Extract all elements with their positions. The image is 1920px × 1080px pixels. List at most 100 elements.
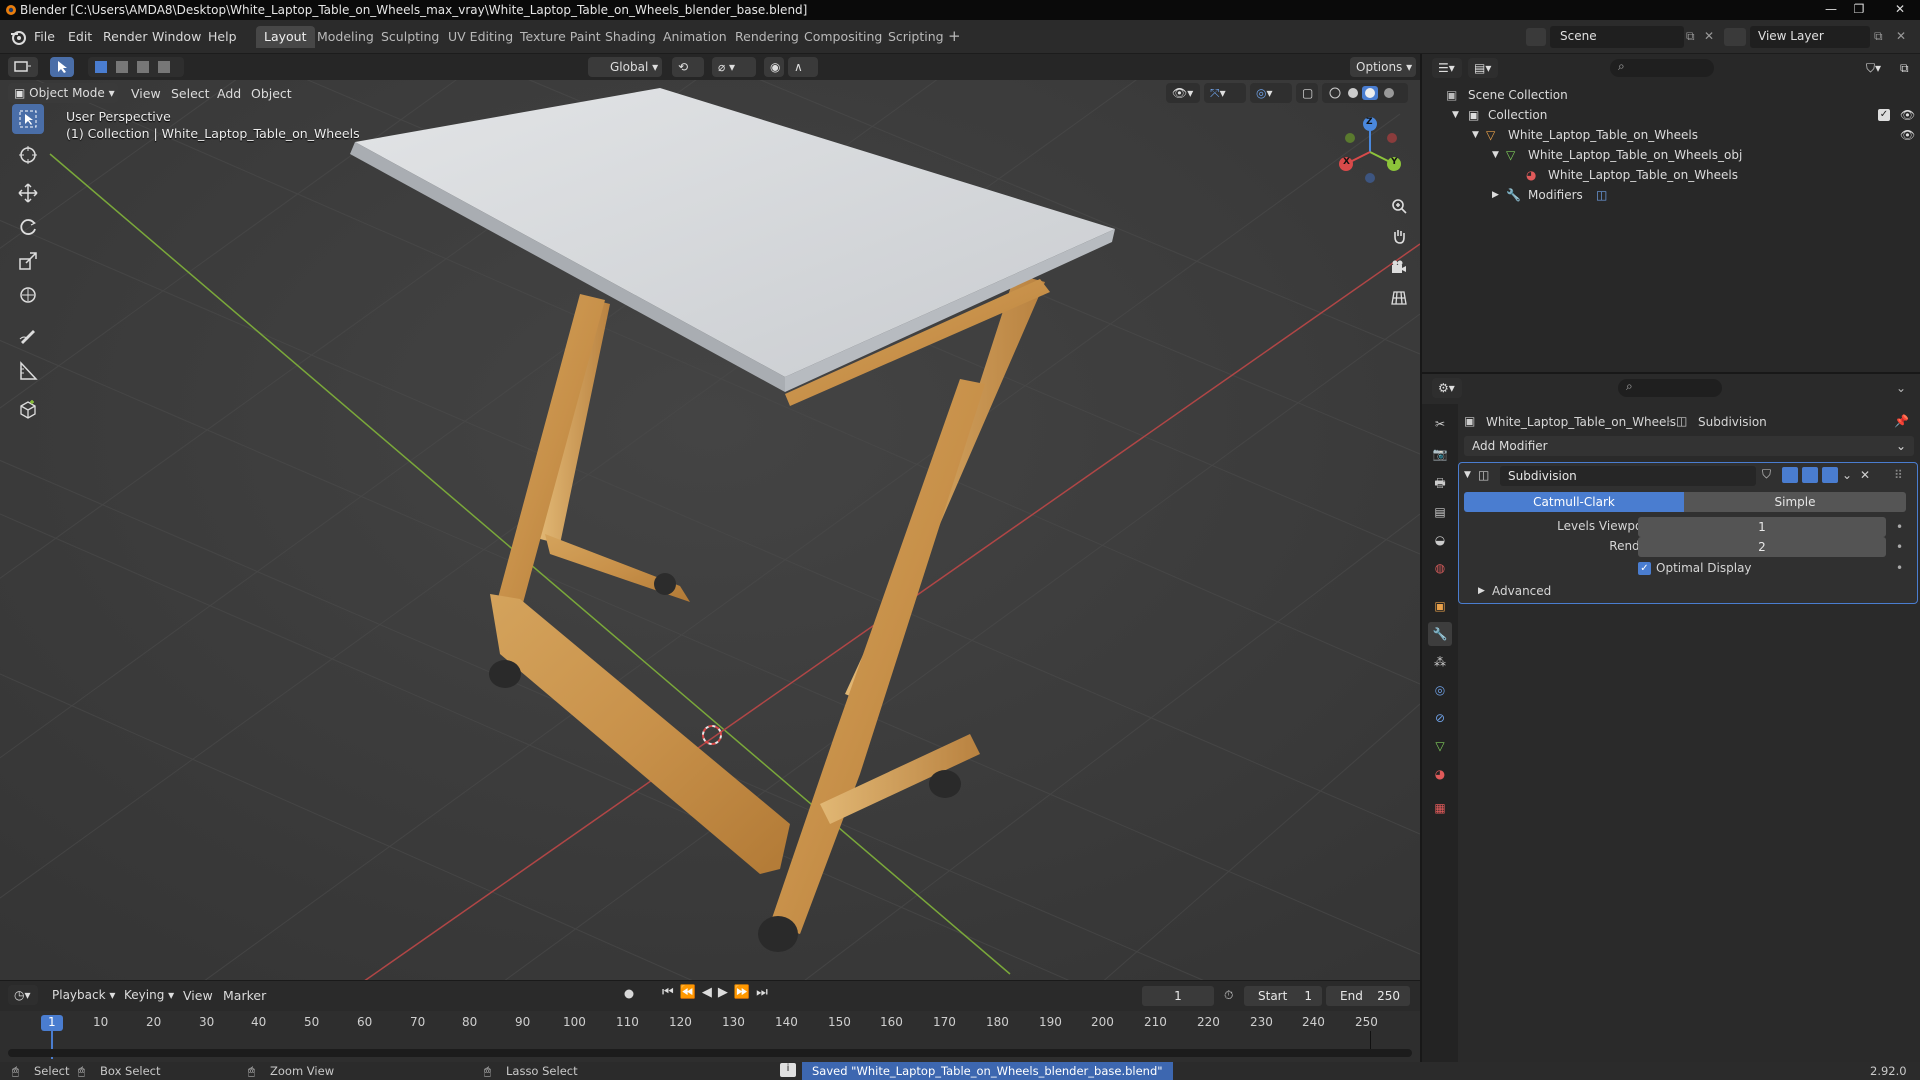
properties-search-input[interactable]: ⌕: [1618, 379, 1722, 397]
measure-tool[interactable]: [12, 356, 44, 386]
select-tool-icon[interactable]: [50, 57, 74, 77]
pivot-point-icon[interactable]: ⟲: [672, 57, 704, 77]
marker-menu[interactable]: Marker: [223, 988, 266, 1003]
modifier-name-field[interactable]: Subdivision: [1500, 466, 1756, 486]
outliner-row-modifiers[interactable]: ▶ 🔧 Modifiers ◫: [1422, 185, 1920, 205]
menu-file[interactable]: File: [34, 29, 55, 44]
annotate-tool[interactable]: [12, 320, 44, 350]
viewport-toggle-icon[interactable]: [1802, 467, 1818, 483]
rotate-tool[interactable]: [12, 212, 44, 242]
optimal-display-checkbox[interactable]: ✓: [1638, 562, 1651, 575]
collection-expand-icon[interactable]: ▼: [1452, 110, 1459, 120]
zoom-icon[interactable]: [1386, 193, 1412, 219]
properties-options-icon[interactable]: ⌄: [1896, 381, 1906, 395]
tab-sculpting[interactable]: Sculpting: [373, 26, 447, 48]
scale-tool[interactable]: [12, 246, 44, 276]
snap-icon[interactable]: ⌀ ▾: [712, 57, 756, 77]
falloff-icon[interactable]: ∧: [788, 57, 818, 77]
outliner-editor-type-icon[interactable]: ☰▾: [1432, 58, 1462, 78]
shading-mode-group[interactable]: [1322, 83, 1408, 103]
current-frame-field[interactable]: 1: [1142, 986, 1214, 1006]
edit-mode-toggle-icon[interactable]: ⛉: [1762, 467, 1778, 483]
panel-collapse-icon[interactable]: ▼: [1464, 470, 1471, 480]
timeline-editor-type-icon[interactable]: ◷▾: [8, 985, 38, 1005]
add-cube-tool[interactable]: [12, 394, 44, 424]
optimal-display-keyframe-icon[interactable]: •: [1896, 561, 1903, 575]
mesh-expand-icon[interactable]: ▼: [1492, 150, 1499, 160]
object-data-tab-icon[interactable]: ▽: [1428, 734, 1452, 758]
menu-window[interactable]: Window: [152, 29, 201, 44]
modifier-tab-icon[interactable]: 🔧: [1428, 622, 1452, 646]
tweak-select-tool[interactable]: [12, 104, 44, 134]
cursor-tool[interactable]: [12, 140, 44, 170]
move-tool[interactable]: [12, 178, 44, 208]
collection-visibility-icon[interactable]: 👁: [1900, 108, 1915, 122]
scene-selector[interactable]: Scene: [1550, 26, 1684, 48]
menu-edit[interactable]: Edit: [68, 29, 92, 44]
render-levels-keyframe-icon[interactable]: •: [1896, 540, 1903, 554]
modifier-menu-chevron-icon[interactable]: ⌄: [1842, 468, 1852, 482]
advanced-expand-icon[interactable]: ▶: [1478, 586, 1485, 596]
on-cage-toggle-icon[interactable]: [1782, 467, 1798, 483]
outliner-row-collection[interactable]: ▼ ▣ Collection ✓ 👁: [1422, 105, 1920, 125]
menu-render[interactable]: Render: [103, 29, 148, 44]
scene-icon[interactable]: [1526, 28, 1546, 46]
end-frame-field[interactable]: End 250: [1326, 986, 1410, 1006]
overlays-toggle-icon[interactable]: ◎▾: [1250, 83, 1292, 103]
output-tab-icon[interactable]: 🖶: [1428, 472, 1452, 496]
keying-menu[interactable]: Keying ▾: [118, 985, 174, 1005]
drag-handle-icon[interactable]: ⠿: [1894, 468, 1903, 482]
view-layer-tab-icon[interactable]: ▤: [1428, 500, 1452, 524]
tab-uv-editing[interactable]: UV Editing: [440, 26, 521, 48]
tab-texture-paint[interactable]: Texture Paint: [512, 26, 609, 48]
blender-menu-icon[interactable]: [10, 29, 26, 45]
outliner-row-object[interactable]: ▼ ▽ White_Laptop_Table_on_Wheels 👁: [1422, 125, 1920, 145]
options-dropdown[interactable]: Options ▾: [1350, 57, 1416, 77]
tab-compositing[interactable]: Compositing: [796, 26, 890, 48]
collection-checkbox[interactable]: ✓: [1878, 109, 1890, 121]
constraints-tab-icon[interactable]: ⊘: [1428, 706, 1452, 730]
object-mode-dropdown[interactable]: ▣ Object Mode ▾: [8, 83, 118, 103]
tab-shading[interactable]: Shading: [597, 26, 664, 48]
object-expand-icon[interactable]: ▼: [1472, 130, 1479, 140]
selection-mode-group[interactable]: [88, 57, 184, 77]
add-modifier-dropdown[interactable]: Add Modifier ⌄: [1464, 436, 1914, 456]
proportional-edit-icon[interactable]: ◉: [764, 57, 784, 77]
timeline-scrollbar[interactable]: [8, 1049, 1412, 1057]
tab-modeling[interactable]: Modeling: [309, 26, 382, 48]
particles-tab-icon[interactable]: ⁂: [1428, 650, 1452, 674]
outliner-row-mesh[interactable]: ▼ ▽ White_Laptop_Table_on_Wheels_obj: [1422, 145, 1920, 165]
tool-tab-icon[interactable]: ✂: [1428, 412, 1452, 436]
catmull-clark-button[interactable]: Catmull-Clark: [1464, 492, 1684, 512]
xray-icon[interactable]: ▢: [1296, 83, 1318, 103]
render-toggle-icon[interactable]: [1822, 467, 1838, 483]
outliner-row-material[interactable]: ◕ White_Laptop_Table_on_Wheels: [1422, 165, 1920, 185]
physics-tab-icon[interactable]: ◎: [1428, 678, 1452, 702]
new-collection-icon[interactable]: ⧉: [1894, 58, 1916, 78]
menu-help[interactable]: Help: [208, 29, 237, 44]
display-mode-icon[interactable]: ▤▾: [1468, 58, 1498, 78]
timeline-view-menu[interactable]: View: [183, 988, 213, 1003]
playback-controls[interactable]: ⏮⏪◀▶⏩⏭: [662, 985, 774, 1000]
pin-icon[interactable]: 📌: [1894, 414, 1909, 428]
maximize-button[interactable]: ❐: [1846, 0, 1872, 18]
transform-tool[interactable]: [12, 280, 44, 310]
tab-animation[interactable]: Animation: [655, 26, 735, 48]
visibility-icon[interactable]: 👁▾: [1166, 83, 1200, 103]
view-layer-remove-icon[interactable]: ✕: [1896, 29, 1906, 43]
object-tab-icon[interactable]: ▣: [1428, 594, 1452, 618]
record-keyframe-icon[interactable]: [622, 987, 636, 1001]
perspective-toggle-icon[interactable]: [1386, 285, 1412, 311]
properties-editor-type-icon[interactable]: ⚙▾: [1432, 378, 1462, 398]
playback-menu[interactable]: Playback ▾: [46, 985, 115, 1005]
scene-tab-icon[interactable]: ◒: [1428, 528, 1452, 552]
view-layer-new-icon[interactable]: ⧉: [1874, 29, 1883, 44]
levels-viewport-field[interactable]: 1: [1638, 517, 1886, 537]
add-workspace-button[interactable]: +: [942, 26, 967, 48]
minimize-button[interactable]: —: [1818, 0, 1844, 18]
add-menu[interactable]: Add: [217, 86, 241, 101]
object-menu[interactable]: Object: [251, 86, 292, 101]
close-window-button[interactable]: ✕: [1880, 0, 1920, 18]
pan-hand-icon[interactable]: [1386, 223, 1412, 249]
texture-tab-icon[interactable]: ▦: [1428, 796, 1452, 820]
